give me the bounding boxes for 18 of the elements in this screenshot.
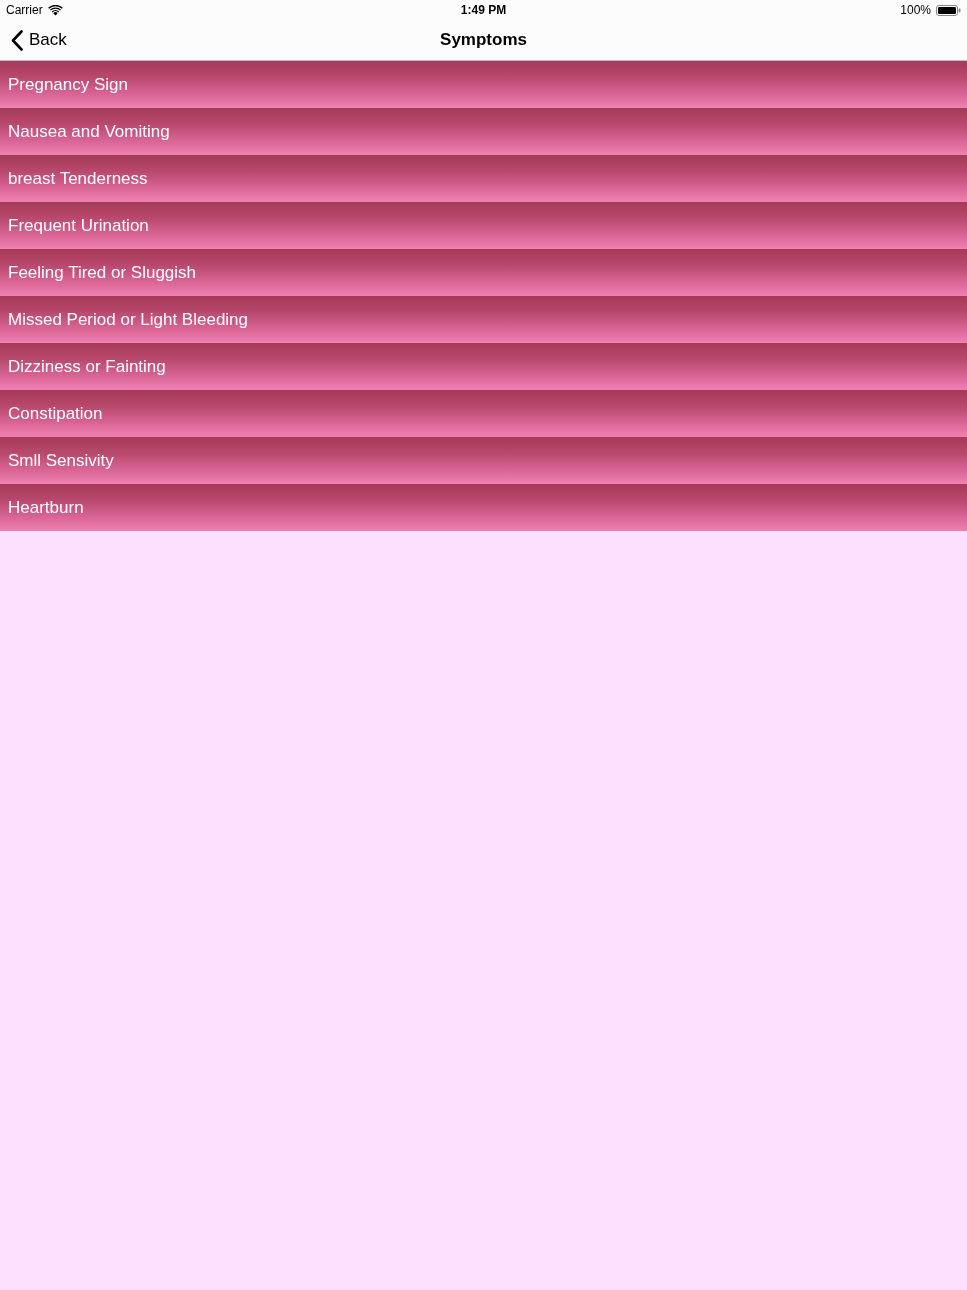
symptom-row[interactable]: Dizziness or Fainting [0,343,967,390]
clock-time: 1:49 PM [460,3,507,17]
symptom-row[interactable]: Constipation [0,390,967,437]
symptom-row[interactable]: Pregnancy Sign [0,61,967,108]
wifi-icon [47,4,63,16]
chevron-left-icon [11,29,23,51]
carrier-name: Carrier [6,3,43,17]
screen-title: Symptoms [440,30,527,50]
symptom-row[interactable]: Nausea and Vomiting [0,108,967,155]
symptom-row[interactable]: Heartburn [0,484,967,531]
symptom-row[interactable]: Feeling Tired or Sluggish [0,249,967,296]
symptom-row[interactable]: Smll Sensivity [0,437,967,484]
symptom-row[interactable]: breast Tenderness [0,155,967,202]
battery-percent: 100% [900,3,931,17]
symptom-row[interactable]: Frequent Urination [0,202,967,249]
battery-icon [936,4,961,16]
symptom-row[interactable]: Missed Period or Light Bleeding [0,296,967,343]
back-button[interactable]: Back [0,25,67,55]
